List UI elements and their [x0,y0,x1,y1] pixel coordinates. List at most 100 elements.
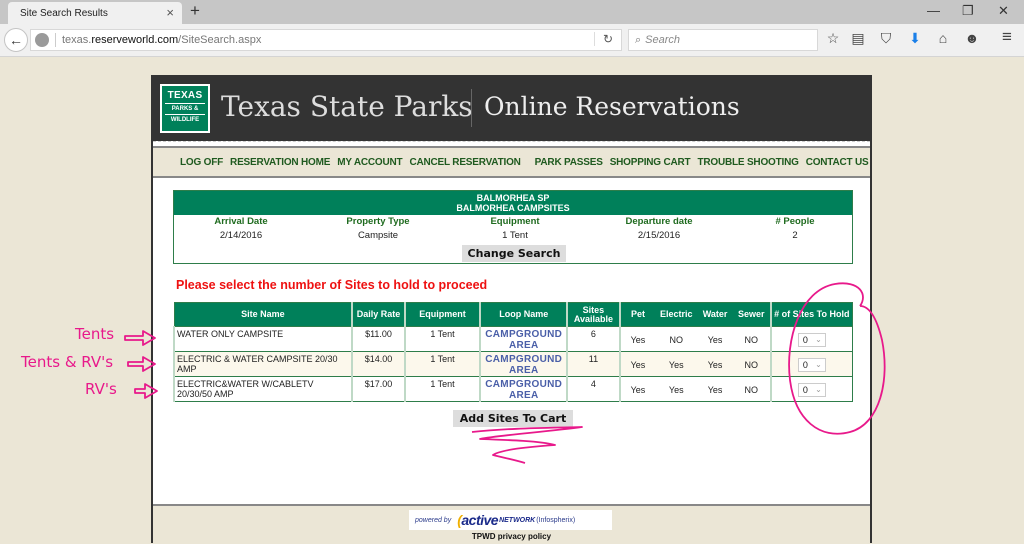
pet: Yes [618,326,656,352]
search-placeholder: Search [645,34,681,46]
tpwd-logo[interactable]: TEXAS PARKS & WILDLIFE [160,84,210,133]
download-icon[interactable]: ⬇ [906,30,924,47]
search-summary: BALMORHEA SP BALMORHEA CAMPSITES Arrival… [173,190,853,264]
star-icon[interactable]: ☆ [824,30,842,47]
select-value: 0 [802,385,808,395]
restore-icon[interactable]: ❐ [962,3,974,19]
daily-rate: $14.00 [351,351,405,377]
property-type-label: Property Type [346,216,410,227]
active-text: (active [457,512,499,528]
annotation-tents: Tents [75,325,115,343]
park-name: BALMORHEA SP [476,193,550,203]
water: Yes [697,326,733,352]
site-name: ELECTRIC&WATER W/CABLETV 20/30/50 AMP [172,376,353,402]
table-header-row: Site Name Daily Rate Equipment Loop Name… [174,302,853,327]
menu-park-passes[interactable]: PARK PASSES [535,157,603,168]
close-window-icon[interactable]: ✕ [998,3,1009,19]
col-sites-to-hold: # of Sites To Hold [769,302,853,327]
hello-icon[interactable]: ☻ [963,30,981,46]
url-bar[interactable]: texas. reserveworld.com/SiteSearch.aspx ↻ [30,29,622,51]
globe-icon [35,33,49,47]
logo-line1: TEXAS [167,90,203,101]
nav-bar: ← texas. reserveworld.com/SiteSearch.aspx… [0,24,1024,57]
url-host: reserveworld.com [91,34,179,46]
equipment: 1 Tent [403,376,481,402]
hold-cell: 0 ⌄ [769,351,853,377]
equipment: 1 Tent [403,351,481,377]
table-row: ELECTRIC&WATER W/CABLETV 20/30/50 AMP $1… [172,376,853,402]
add-sites-to-cart-button[interactable]: Add Sites To Cart [453,410,573,427]
sites-to-hold-select[interactable]: 0 ⌄ [797,358,826,372]
sites-available: 6 [566,326,620,352]
url-path: /SiteSearch.aspx [178,34,262,46]
table-row: ELECTRIC & WATER CAMPSITE 20/30 AMP $14.… [172,351,853,377]
chevron-down-icon: ⌄ [815,335,822,344]
logo-line3: WILDLIFE [165,114,205,123]
tab-bar: Site Search Results × + — ❐ ✕ [0,0,1024,24]
page-footer: powered by (active NETWORK (Infospherix)… [153,504,870,544]
reload-icon[interactable]: ↻ [593,32,613,46]
electric: Yes [655,376,698,402]
loop-name-link[interactable]: CAMPGROUND AREA [479,376,568,402]
col-site-name: Site Name [174,302,353,327]
home-icon[interactable]: ⌂ [934,30,952,46]
close-tab-icon[interactable]: × [166,5,174,20]
sites-available: 11 [566,351,620,377]
hold-cell: 0 ⌄ [769,376,853,402]
powered-by-active-network-logo[interactable]: powered by (active NETWORK (Infospherix) [409,510,612,530]
pet: Yes [618,376,656,402]
col-daily-rate: Daily Rate [351,302,405,327]
main-menu: LOG OFF RESERVATION HOME MY ACCOUNT CANC… [153,146,870,178]
menu-cancel-reservation[interactable]: CANCEL RESERVATION [409,157,520,168]
annotation-tents-rvs: Tents & RV's [21,353,114,371]
chevron-down-icon: ⌄ [815,385,822,394]
menu-contact-us[interactable]: CONTACT US [806,157,869,168]
menu-my-account[interactable]: MY ACCOUNT [337,157,402,168]
daily-rate: $17.00 [351,376,405,402]
back-arrow-icon: ← [9,32,23,48]
pocket-icon[interactable]: ⛉ [877,30,895,47]
sites-to-hold-select[interactable]: 0 ⌄ [797,383,826,397]
site-name: WATER ONLY CAMPSITE [172,326,353,352]
menu-log-off[interactable]: LOG OFF [180,157,223,168]
menu-reservation-home[interactable]: RESERVATION HOME [230,157,330,168]
sites-table: Site Name Daily Rate Equipment Loop Name… [172,302,853,402]
people-value: 2 [792,230,798,241]
annotation-rvs: RV's [85,380,117,398]
powered-by-text: powered by [415,516,452,524]
sites-available: 4 [566,376,620,402]
back-button[interactable]: ← [4,28,28,52]
sites-to-hold-select[interactable]: 0 ⌄ [797,333,826,347]
departure-date-label: Departure date [625,216,693,227]
site-name: ELECTRIC & WATER CAMPSITE 20/30 AMP [172,351,353,377]
menu-trouble-shooting[interactable]: TROUBLE SHOOTING [697,157,798,168]
select-value: 0 [802,335,808,345]
daily-rate: $11.00 [351,326,405,352]
loop-name-link[interactable]: CAMPGROUND AREA [479,351,568,377]
col-loop-name: Loop Name [479,302,568,327]
menu-icon[interactable]: ≡ [998,27,1016,47]
select-value: 0 [802,360,808,370]
col-sewer: Sewer [732,302,771,327]
menu-shopping-cart[interactable]: SHOPPING CART [610,157,691,168]
col-water: Water [697,302,733,327]
sewer: NO [732,376,771,402]
people-label: # People [775,216,815,227]
pet: Yes [618,351,656,377]
privacy-policy-link[interactable]: TPWD privacy policy [153,532,870,541]
minimize-icon[interactable]: — [927,3,940,18]
change-search-button[interactable]: Change Search [462,245,566,262]
col-equipment: Equipment [403,302,481,327]
sewer: NO [732,351,771,377]
search-input[interactable]: ⌕ Search [628,29,818,51]
tab-site-search-results[interactable]: Site Search Results × [8,2,182,24]
reading-list-icon[interactable]: ▤ [849,30,867,47]
electric: NO [655,326,698,352]
table-row: WATER ONLY CAMPSITE $11.00 1 Tent CAMPGR… [172,326,853,352]
loop-name-link[interactable]: CAMPGROUND AREA [479,326,568,352]
page-container: TEXAS PARKS & WILDLIFE Texas State Parks… [151,75,872,544]
selection-prompt: Please select the number of Sites to hol… [176,278,488,292]
water: Yes [697,376,733,402]
site-subtitle: Online Reservations [484,92,740,121]
new-tab-button[interactable]: + [190,1,200,21]
